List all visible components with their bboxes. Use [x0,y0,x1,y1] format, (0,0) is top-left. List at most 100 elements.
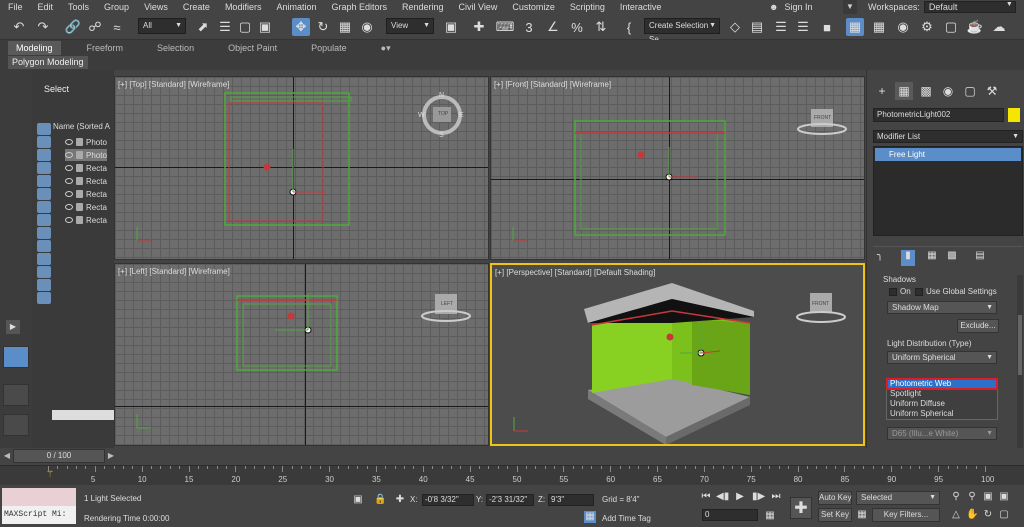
menu-civil-view[interactable]: Civil View [451,2,505,12]
name-column-header[interactable]: Name (Sorted A [53,122,110,131]
light-distribution-dropdown[interactable]: Uniform Spherical ▼ [887,351,997,364]
undo-icon[interactable]: ↶ [10,18,28,36]
explorer-title[interactable]: Select [44,84,69,94]
curve-editor-icon[interactable]: ▦ [846,18,864,36]
add-time-tag-button[interactable]: Add Time Tag [602,514,651,523]
viewport-perspective[interactable]: [+] [Perspective] [Standard] [Default Sh… [490,263,865,446]
show-end-result-icon[interactable]: ▮ [901,250,915,266]
select-and-place-icon[interactable]: ◉ [358,18,376,36]
percent-snap-icon[interactable]: % [568,18,586,36]
selection-filter-dropdown[interactable]: All ▼ [138,18,186,34]
menu-scripting[interactable]: Scripting [562,2,612,12]
play-icon[interactable]: ▶ [734,491,746,503]
link-icon[interactable]: 🔗 [64,18,82,36]
maxscript-listener[interactable]: MAXScript Mi: [2,488,76,524]
menu-animation[interactable]: Animation [268,2,323,12]
next-frame-icon[interactable]: ▶ [106,449,116,463]
display-all-icon[interactable] [37,266,51,278]
menu-file[interactable]: File [0,2,30,12]
go-to-end-icon[interactable]: ⏭ [770,491,782,503]
object-color-swatch[interactable] [1008,108,1020,122]
key-set-dropdown[interactable]: Selected ▼ [856,491,940,505]
tab-selection[interactable]: Selection [149,41,202,55]
eye-icon[interactable] [65,152,73,158]
viewcube-label[interactable]: TOP [438,111,448,117]
list-item[interactable]: Photo [65,136,107,148]
absolute-mode-icon[interactable]: ✚ [394,494,406,506]
display-particles-icon[interactable] [37,253,51,265]
display-panel-icon[interactable]: ▢ [961,82,979,100]
material-editor-icon[interactable]: ◉ [894,18,912,36]
option-uniform-spherical[interactable]: Uniform Spherical [887,409,997,419]
menu-interactive[interactable]: Interactive [612,2,669,12]
list-item[interactable]: Photo [65,149,107,161]
modifier-list-dropdown[interactable]: Modifier List ▼ [873,130,1023,143]
motion-panel-icon[interactable]: ◉ [939,82,957,100]
zoom-all-icon[interactable]: ⚲ [966,491,978,503]
render-in-cloud-icon[interactable]: ☁ [990,18,1008,36]
scrollbar-thumb[interactable] [1018,315,1022,375]
display-lights-icon[interactable] [37,162,51,174]
sign-in-button[interactable]: ☻ Sign In ▼ [765,0,857,14]
toggle-ribbon-icon[interactable]: ■ [818,18,836,36]
display-groups-icon[interactable] [37,214,51,226]
select-by-name-icon[interactable]: ☰ [216,18,234,36]
object-name-field[interactable]: PhotometricLight002 [873,108,1004,122]
display-frozen-icon[interactable] [37,292,51,304]
menu-views[interactable]: Views [136,2,175,12]
time-slider-thumb[interactable]: 0 / 100 [13,449,105,463]
redo-icon[interactable]: ↷ [34,18,52,36]
spinner-snap-icon[interactable]: ⇅ [592,18,610,36]
zoom-extents-all-icon[interactable]: ▣ [998,491,1010,503]
select-object-icon[interactable]: ⬈ [194,18,212,36]
color-preset-dropdown[interactable]: D65 (Illu...e White) ▼ [887,427,997,440]
modify-panel-icon[interactable]: ▦ [895,82,913,100]
hierarchy-panel-icon[interactable]: ▩ [917,82,935,100]
exclude-button[interactable]: Exclude... [957,319,999,333]
viewport-front[interactable]: [+] [Front] [Standard] [Wireframe] FRONT [490,76,865,260]
menu-edit[interactable]: Edit [30,2,61,12]
pivot-center-icon[interactable]: ▣ [442,18,460,36]
previous-key-icon[interactable]: ◀▮ [716,491,729,503]
pin-stack-icon[interactable]: ╮ [873,250,887,266]
rectangular-selection-icon[interactable]: ▢ [236,18,254,36]
list-item[interactable]: Recta [65,162,107,174]
display-cameras-icon[interactable] [37,175,51,187]
modifier-stack-item[interactable]: Free Light [875,148,1021,161]
previous-frame-icon[interactable]: ◀ [2,449,12,463]
viewcube-label[interactable]: FRONT [814,115,831,121]
shadows-on-checkbox[interactable]: On [889,287,911,296]
eye-icon[interactable] [65,191,73,197]
viewcube-label[interactable]: FRONT [812,301,829,307]
utilities-panel-icon[interactable]: ⚒ [983,82,1001,100]
selection-lock-icon[interactable]: 🔒 [374,494,386,506]
maxscript-output[interactable] [2,488,76,506]
tab-populate[interactable]: Populate [303,41,355,55]
x-coordinate-field[interactable]: -0'8 3/32" [422,494,474,506]
current-frame-field[interactable]: 0 [702,509,758,521]
field-of-view-icon[interactable]: △ [950,509,962,521]
shadow-type-dropdown[interactable]: Shadow Map ▼ [887,301,997,314]
reference-coordinate-dropdown[interactable]: View ▼ [386,18,434,34]
viewport-layout-alt-button[interactable] [3,384,29,406]
list-item[interactable]: Recta [65,201,107,213]
viewport-layout-button[interactable] [3,346,29,368]
command-panel-scrollbar[interactable] [1017,275,1023,455]
option-photometric-web[interactable]: Photometric Web [886,378,998,390]
chevron-down-icon[interactable]: ▼ [843,0,857,14]
explorer-horizontal-scrollbar[interactable] [52,410,114,420]
key-filters-button[interactable]: Key Filters... [872,508,940,522]
pan-view-icon[interactable]: ✋ [966,509,978,521]
snaps-toggle-icon[interactable]: 3 [520,18,538,36]
display-geometry-icon[interactable] [37,136,51,148]
display-bones-icon[interactable] [37,240,51,252]
tab-modeling[interactable]: Modeling [8,41,61,55]
use-global-settings-checkbox[interactable]: Use Global Settings [915,287,997,296]
menu-tools[interactable]: Tools [60,2,96,12]
zoom-extents-icon[interactable]: ▣ [982,491,994,503]
maxscript-input[interactable]: MAXScript Mi: [2,506,76,524]
window-crossing-icon[interactable]: ▣ [256,18,274,36]
select-and-scale-icon[interactable]: ▦ [336,18,354,36]
workspaces-selector[interactable]: Workspaces: Default ▼ [868,1,1016,13]
viewport-top[interactable]: [+] [Top] [Standard] [Wireframe] TOP N S… [114,76,489,260]
